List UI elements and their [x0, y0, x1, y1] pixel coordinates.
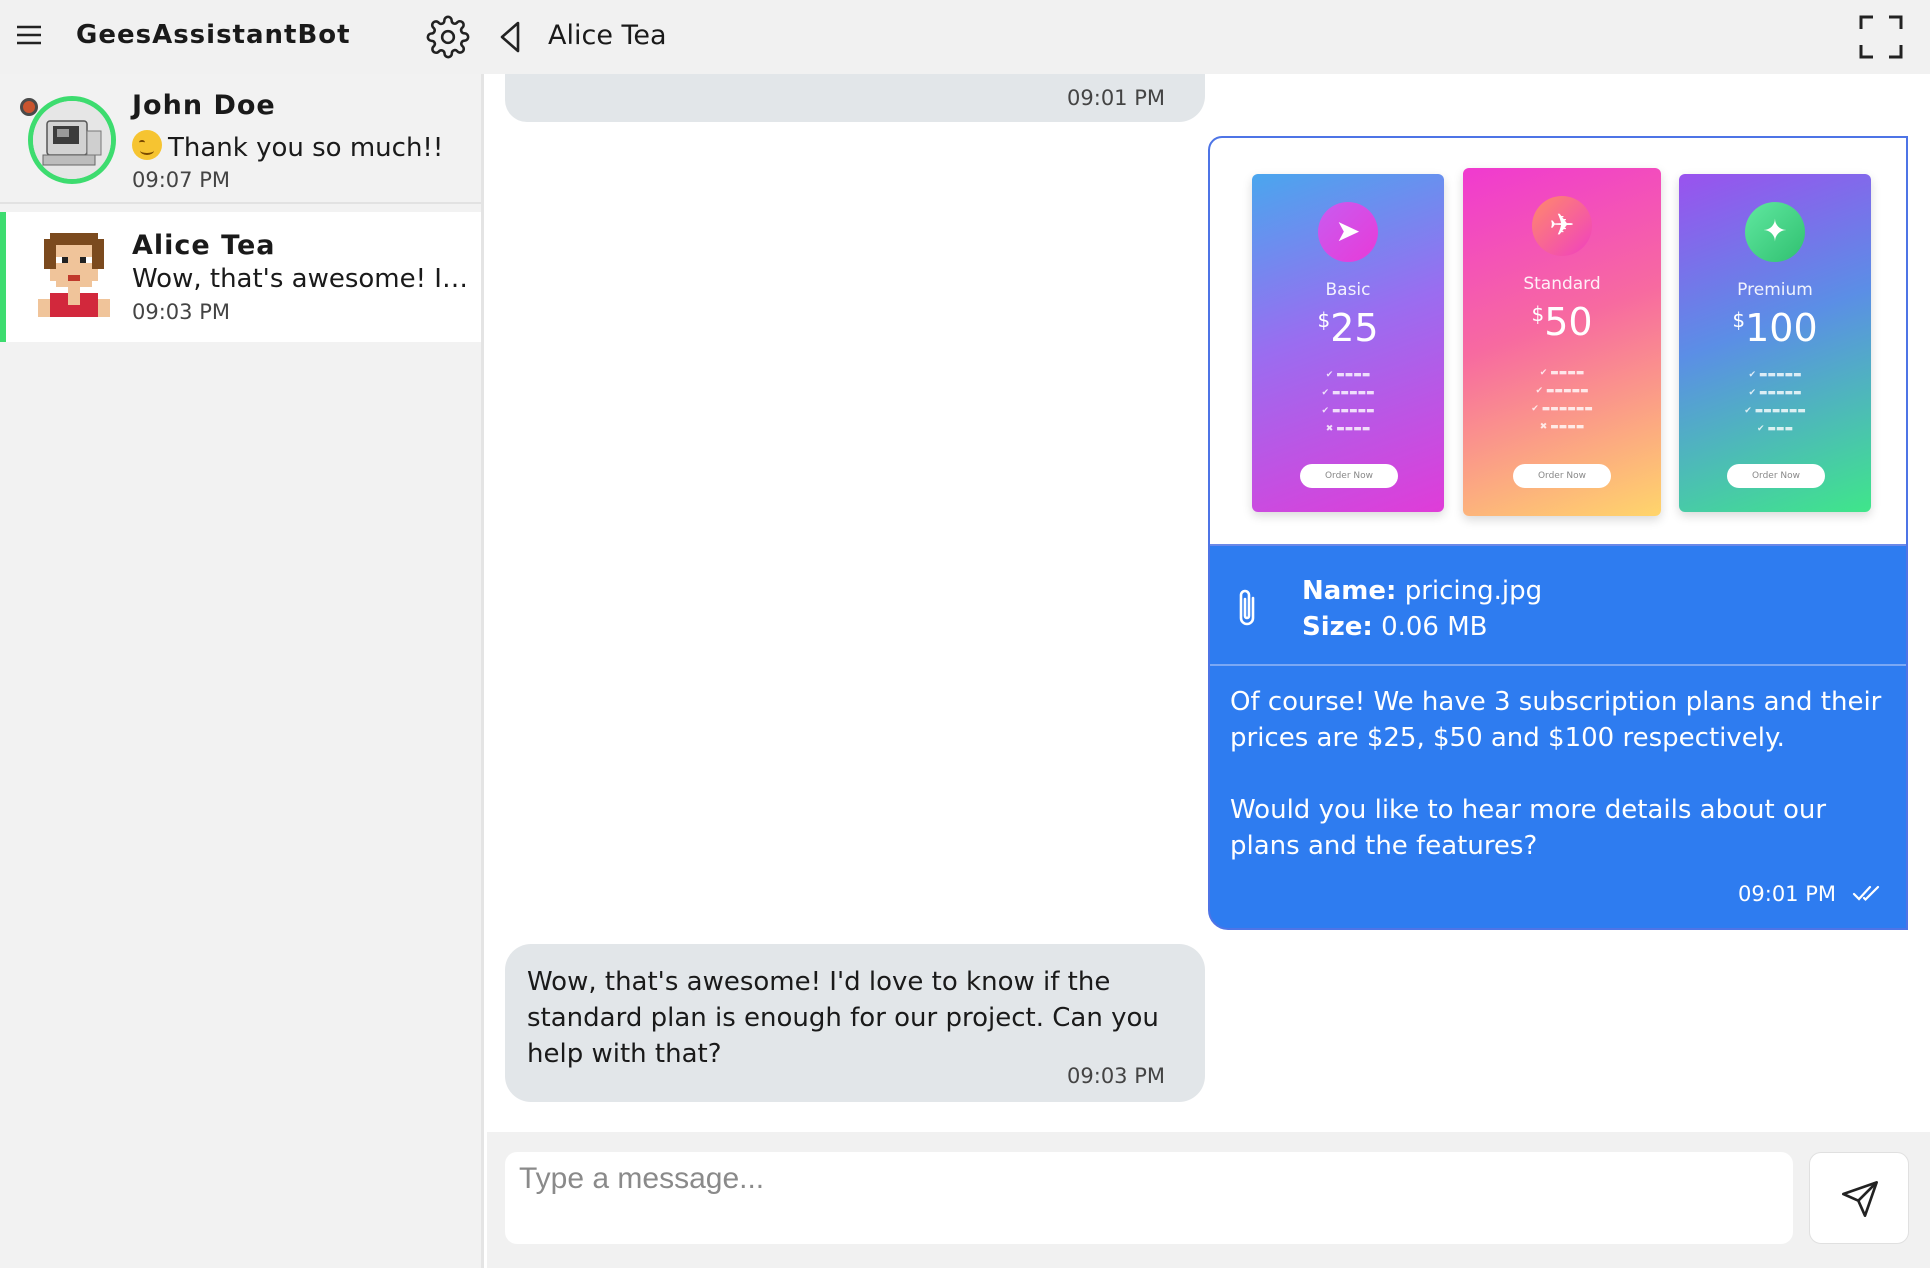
contact-name: John Doe — [132, 90, 276, 121]
plan-price: $25 — [1317, 306, 1379, 350]
plan-feature: ✔ ▬▬▬▬▬ — [1321, 388, 1375, 398]
order-now-button: Order Now — [1727, 464, 1825, 488]
plan-price: $100 — [1732, 306, 1818, 350]
message-time: 09:01 PM — [1738, 882, 1836, 906]
plan-feature: ✔ ▬▬▬▬ — [1539, 368, 1585, 378]
attachment-name: Name: pricing.jpg — [1302, 576, 1543, 606]
chat-title: Alice Tea — [548, 20, 667, 51]
contact-list: John Doe Thank you so much!! 09:07 PM Al… — [0, 74, 484, 1268]
outgoing-message: ➤ Basic $25 ✔ ▬▬▬▬ ✔ ▬▬▬▬▬ ✔ ▬▬▬▬▬ ✖ ▬▬▬… — [1208, 136, 1908, 930]
airplane-icon: ✈ — [1532, 196, 1592, 256]
incoming-message: 09:01 PM — [505, 74, 1205, 122]
avatar — [38, 232, 110, 318]
top-bar: GeesAssistantBot Alice Tea — [0, 0, 1930, 74]
attachment-info[interactable]: Name: pricing.jpg Size: 0.06 MB — [1210, 546, 1906, 666]
plan-name: Standard — [1523, 274, 1601, 294]
plan-feature: ✔ ▬▬▬▬▬▬ — [1531, 404, 1593, 414]
pricing-image-attachment[interactable]: ➤ Basic $25 ✔ ▬▬▬▬ ✔ ▬▬▬▬▬ ✔ ▬▬▬▬▬ ✖ ▬▬▬… — [1210, 138, 1906, 546]
message-text: Of course! We have 3 subscription plans … — [1230, 684, 1890, 900]
send-icon — [1842, 1181, 1878, 1217]
plan-name: Premium — [1737, 280, 1813, 300]
plan-feature: ✔ ▬▬▬▬▬ — [1321, 406, 1375, 416]
message-time: 09:01 PM — [1067, 86, 1165, 110]
plan-feature: ✖ ▬▬▬▬ — [1325, 424, 1371, 434]
order-now-button: Order Now — [1300, 464, 1398, 488]
plan-feature: ✖ ▬▬▬▬ — [1539, 422, 1585, 432]
menu-icon[interactable] — [14, 20, 46, 52]
gear-icon[interactable] — [426, 15, 470, 59]
plan-feature: ✔ ▬▬▬▬▬ — [1748, 388, 1802, 398]
message-composer — [487, 1132, 1930, 1268]
fullscreen-icon[interactable] — [1858, 14, 1904, 60]
message-paragraph: Would you like to hear more details abou… — [1230, 795, 1827, 861]
incoming-message: Wow, that's awesome! I'd love to know if… — [505, 944, 1205, 1102]
back-triangle-icon[interactable] — [496, 20, 524, 54]
message-paragraph: Of course! We have 3 subscription plans … — [1230, 687, 1882, 753]
attachment-size: Size: 0.06 MB — [1302, 612, 1488, 642]
plan-feature: ✔ ▬▬▬▬▬ — [1748, 370, 1802, 380]
contact-name: Alice Tea — [132, 230, 276, 261]
pricing-card-standard: ✈ Standard $50 ✔ ▬▬▬▬ ✔ ▬▬▬▬▬ ✔ ▬▬▬▬▬▬ ✖… — [1463, 168, 1661, 516]
contact-preview: Wow, that's awesome! I'd ... — [132, 264, 472, 294]
pricing-card-basic: ➤ Basic $25 ✔ ▬▬▬▬ ✔ ▬▬▬▬▬ ✔ ▬▬▬▬▬ ✖ ▬▬▬… — [1252, 174, 1444, 512]
message-time: 09:03 PM — [1067, 1064, 1165, 1088]
send-button[interactable] — [1809, 1152, 1909, 1244]
order-now-button: Order Now — [1513, 464, 1611, 488]
message-text: Wow, that's awesome! I'd love to know if… — [527, 967, 1159, 1069]
smiling-emoji-icon — [132, 130, 162, 160]
plan-feature: ✔ ▬▬▬ — [1757, 424, 1793, 434]
pricing-card-premium: ✦ Premium $100 ✔ ▬▬▬▬▬ ✔ ▬▬▬▬▬ ✔ ▬▬▬▬▬▬ … — [1679, 174, 1871, 512]
paper-plane-icon: ➤ — [1318, 202, 1378, 262]
message-input[interactable] — [505, 1152, 1793, 1244]
rocket-icon: ✦ — [1745, 202, 1805, 262]
plan-feature: ✔ ▬▬▬▬▬ — [1535, 386, 1589, 396]
message-list[interactable]: 09:01 PM ➤ Basic $25 ✔ ▬▬▬▬ ✔ ▬▬▬▬▬ ✔ ▬▬… — [487, 74, 1930, 1132]
contact-item-john-doe[interactable]: John Doe Thank you so much!! 09:07 PM — [0, 74, 481, 204]
contact-time: 09:03 PM — [132, 300, 230, 324]
app-title: GeesAssistantBot — [76, 20, 351, 50]
paperclip-icon — [1234, 586, 1260, 630]
plan-feature: ✔ ▬▬▬▬▬▬ — [1744, 406, 1806, 416]
double-check-icon — [1852, 884, 1882, 902]
plan-name: Basic — [1325, 280, 1371, 300]
plan-feature: ✔ ▬▬▬▬ — [1325, 370, 1371, 380]
avatar — [28, 96, 116, 184]
contact-preview: Thank you so much!! — [132, 130, 472, 163]
contact-time: 09:07 PM — [132, 168, 230, 192]
status-dot — [20, 98, 38, 116]
contact-item-alice-tea[interactable]: Alice Tea Wow, that's awesome! I'd ... 0… — [0, 212, 481, 342]
plan-price: $50 — [1531, 300, 1593, 344]
